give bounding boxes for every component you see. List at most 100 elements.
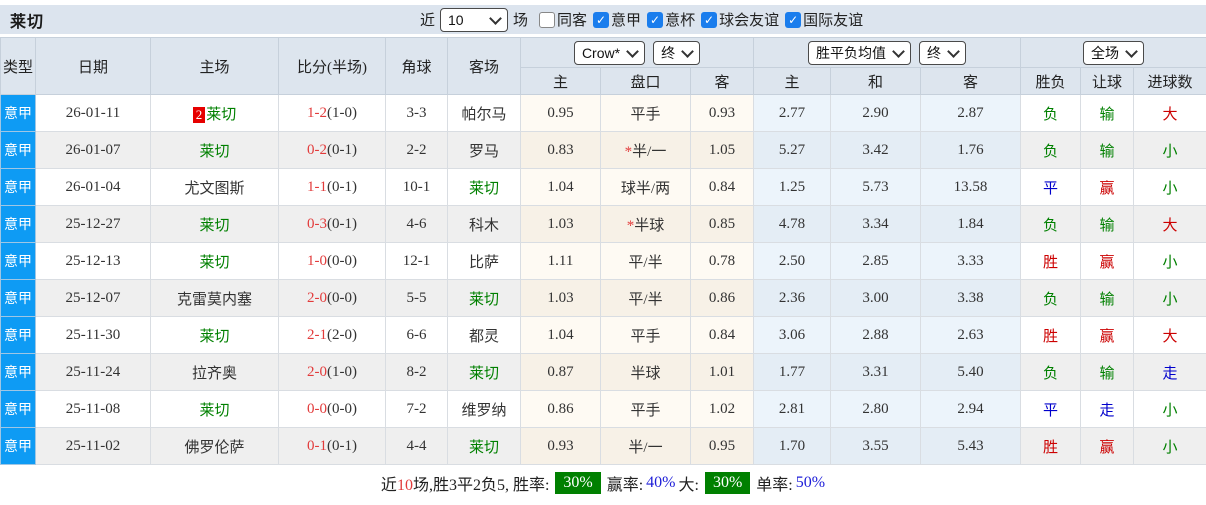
table-row: 意甲 25-11-30 莱切 2-1(2-0) 6-6 都灵 1.04 平手 0… — [1, 317, 1206, 354]
asian-handicap-line: 平手 — [601, 95, 691, 132]
home-team-cell[interactable]: 莱切 — [151, 317, 279, 354]
away-team-name[interactable]: 罗马 — [469, 144, 499, 160]
away-team-name[interactable]: 帕尔马 — [461, 107, 506, 123]
home-team-cell[interactable]: 克雷莫内塞 — [151, 280, 279, 317]
summary-bar: 近10场,胜3平2负5, 胜率: 30% 赢率: 40% 大: 30% 单率: … — [0, 465, 1206, 500]
home-team-name[interactable]: 莱切 — [199, 144, 229, 160]
away-team-name[interactable]: 科木 — [469, 218, 499, 234]
chevron-down-icon — [947, 45, 960, 58]
home-team-name[interactable]: 佛罗伦萨 — [184, 440, 244, 456]
avg-time-select[interactable]: 终 — [919, 41, 966, 65]
home-team-name[interactable]: 莱切 — [199, 329, 229, 345]
away-team-cell[interactable]: 维罗纳 — [448, 391, 521, 428]
halftime-score: (0-0) — [327, 401, 357, 417]
fulltime-score: 0-0 — [307, 401, 327, 417]
league-cell[interactable]: 意甲 — [1, 428, 36, 465]
goals-result-cell: 小 — [1134, 280, 1206, 317]
home-team-cell[interactable]: 莱切 — [151, 391, 279, 428]
home-team-name[interactable]: 尤文图斯 — [184, 181, 244, 197]
avg-type-select[interactable]: 胜平负均值 — [808, 41, 911, 65]
away-team-cell[interactable]: 比萨 — [448, 243, 521, 280]
checkbox[interactable]: ✓ — [701, 12, 717, 28]
away-team-cell[interactable]: 莱切 — [448, 354, 521, 391]
home-team-cell[interactable]: 2莱切 — [151, 95, 279, 132]
asian-away-odds: 1.01 — [691, 354, 754, 391]
odds-time-select[interactable]: 终 — [653, 41, 700, 65]
odds-source-select[interactable]: Crow* — [574, 41, 645, 65]
asian-home-odds: 0.86 — [521, 391, 601, 428]
checkbox[interactable]: ✓ — [647, 12, 663, 28]
home-team-cell[interactable]: 拉齐奥 — [151, 354, 279, 391]
away-team-cell[interactable]: 莱切 — [448, 428, 521, 465]
avg-draw-odds: 3.31 — [831, 354, 921, 391]
rank-badge: 2 — [193, 107, 206, 123]
chevron-down-icon — [681, 45, 694, 58]
home-team-cell[interactable]: 尤文图斯 — [151, 169, 279, 206]
league-cell[interactable]: 意甲 — [1, 317, 36, 354]
home-team-cell[interactable]: 莱切 — [151, 132, 279, 169]
chevron-down-icon — [489, 12, 502, 25]
score-cell: 1-2(1-0) — [279, 95, 386, 132]
recent-count-select[interactable]: 10 — [440, 8, 508, 32]
checkbox[interactable] — [539, 12, 555, 28]
avg-away-odds: 2.94 — [921, 391, 1021, 428]
avg-draw-odds: 3.00 — [831, 280, 921, 317]
away-team-name[interactable]: 维罗纳 — [461, 403, 506, 419]
score-cell: 1-0(0-0) — [279, 243, 386, 280]
home-team-name[interactable]: 克雷莫内塞 — [177, 292, 252, 308]
away-team-cell[interactable]: 帕尔马 — [448, 95, 521, 132]
col-header-handicap: 让球 — [1081, 68, 1134, 95]
asian-handicap-line: *半/一 — [601, 132, 691, 169]
league-cell[interactable]: 意甲 — [1, 169, 36, 206]
home-team-cell[interactable]: 莱切 — [151, 206, 279, 243]
away-team-cell[interactable]: 莱切 — [448, 280, 521, 317]
chevron-down-icon — [626, 45, 639, 58]
league-cell[interactable]: 意甲 — [1, 132, 36, 169]
league-cell[interactable]: 意甲 — [1, 391, 36, 428]
checkbox[interactable]: ✓ — [593, 12, 609, 28]
away-team-cell[interactable]: 莱切 — [448, 169, 521, 206]
avg-home-odds: 2.81 — [754, 391, 831, 428]
filter: 同客 — [539, 9, 587, 30]
asian-home-odds: 0.93 — [521, 428, 601, 465]
home-team-cell[interactable]: 莱切 — [151, 243, 279, 280]
away-team-name[interactable]: 都灵 — [469, 329, 499, 345]
scope-select[interactable]: 全场 — [1083, 41, 1144, 65]
away-team-name[interactable]: 莱切 — [469, 440, 499, 456]
result-cell: 平 — [1021, 169, 1081, 206]
home-team-name[interactable]: 拉齐奥 — [192, 366, 237, 382]
home-team-cell[interactable]: 佛罗伦萨 — [151, 428, 279, 465]
checkbox[interactable]: ✓ — [785, 12, 801, 28]
home-team-name[interactable]: 莱切 — [199, 255, 229, 271]
date-cell: 25-12-07 — [36, 280, 151, 317]
home-team-name[interactable]: 莱切 — [206, 107, 236, 123]
filter-group: 同客✓意甲✓意杯✓球会友谊✓国际友谊 — [533, 9, 863, 30]
avg-home-odds: 4.78 — [754, 206, 831, 243]
matches-label: 场 — [513, 9, 528, 30]
table-row: 意甲 25-12-27 莱切 0-3(0-1) 4-6 科木 1.03 *半球 … — [1, 206, 1206, 243]
league-cell[interactable]: 意甲 — [1, 206, 36, 243]
league-cell[interactable]: 意甲 — [1, 354, 36, 391]
league-cell[interactable]: 意甲 — [1, 243, 36, 280]
corner-cell: 4-6 — [386, 206, 448, 243]
result-cell: 负 — [1021, 354, 1081, 391]
away-team-cell[interactable]: 罗马 — [448, 132, 521, 169]
col-header-home: 主场 — [151, 38, 279, 95]
home-team-name[interactable]: 莱切 — [199, 403, 229, 419]
away-team-name[interactable]: 莱切 — [469, 181, 499, 197]
corner-cell: 2-2 — [386, 132, 448, 169]
home-team-name[interactable]: 莱切 — [199, 218, 229, 234]
away-team-name[interactable]: 莱切 — [469, 366, 499, 382]
asian-handicap-line: 平/半 — [601, 243, 691, 280]
away-team-cell[interactable]: 科木 — [448, 206, 521, 243]
big-rate-badge: 30% — [705, 472, 750, 494]
date-cell: 25-12-13 — [36, 243, 151, 280]
away-team-cell[interactable]: 都灵 — [448, 317, 521, 354]
halftime-score: (0-1) — [327, 179, 357, 195]
col-header-odds-line: 盘口 — [601, 68, 691, 95]
league-cell[interactable]: 意甲 — [1, 280, 36, 317]
page-title: 莱切 — [10, 8, 44, 32]
league-cell[interactable]: 意甲 — [1, 95, 36, 132]
away-team-name[interactable]: 莱切 — [469, 292, 499, 308]
away-team-name[interactable]: 比萨 — [469, 255, 499, 271]
